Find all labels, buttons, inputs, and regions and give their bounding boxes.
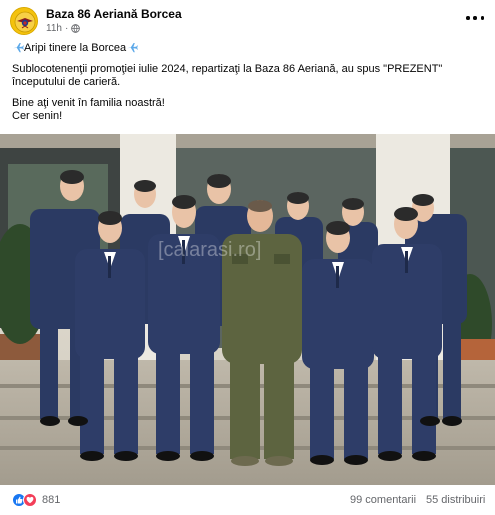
group-photo-image: [calarasi.ro] (0, 134, 495, 485)
more-options-icon[interactable] (466, 10, 484, 26)
love-icon (23, 493, 37, 507)
post-signoff: Cer senin! (12, 110, 63, 122)
post-time[interactable]: 11h (46, 23, 62, 34)
airplane-icon (127, 43, 138, 53)
comments-count-link[interactable]: 99 comentarii (350, 494, 416, 506)
page-name-link[interactable]: Baza 86 Aeriană Borcea (46, 7, 182, 21)
post-footer: 881 99 comentarii 55 distribuiri (0, 485, 495, 515)
post-meta: 11h · (46, 23, 81, 34)
shares-count-link[interactable]: 55 distribuiri (426, 494, 485, 506)
photo-watermark: [calarasi.ro] (158, 239, 261, 261)
post-greeting: Bine aţi venit în familia noastră! (12, 96, 165, 109)
post-paragraph-2: Bine aţi venit în familia noastră! Cer s… (12, 97, 484, 124)
airplane-icon (13, 43, 24, 53)
globe-icon (71, 24, 81, 33)
reaction-count: 881 (42, 494, 61, 506)
reactions-summary[interactable]: 881 (12, 493, 60, 507)
page-avatar[interactable] (10, 7, 38, 35)
post-header: Baza 86 Aeriană Borcea 11h · (10, 6, 490, 38)
post-text: Aripi tinere la Borcea Sublocotenenţii p… (12, 42, 484, 131)
post-paragraph-1: Sublocotenenţii promoţiei iulie 2024, re… (12, 62, 443, 89)
facebook-post: Baza 86 Aeriană Borcea 11h · Aripi tiner… (0, 0, 495, 515)
post-headline: Aripi tinere la Borcea (12, 42, 484, 56)
air-base-emblem-icon (11, 8, 37, 34)
post-photo[interactable]: [calarasi.ro] (0, 134, 495, 485)
